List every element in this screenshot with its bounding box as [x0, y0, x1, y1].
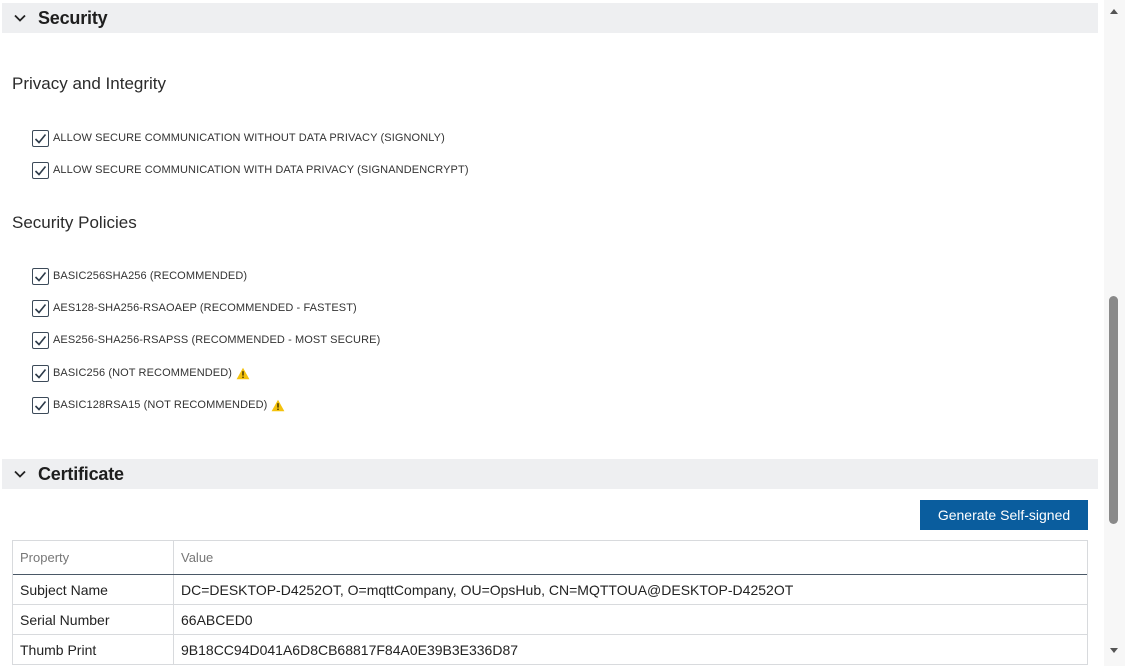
vertical-scrollbar[interactable]	[1104, 0, 1125, 666]
table-header-row: Property Value	[13, 541, 1087, 575]
policies-heading: Security Policies	[12, 213, 137, 232]
checkmark-icon	[34, 271, 47, 282]
privacy-heading: Privacy and Integrity	[12, 74, 167, 93]
warning-triangle-icon	[271, 399, 285, 412]
policy-option-aes128[interactable]: AES128-SHA256-RSAOAEP (RECOMMENDED - FAS…	[32, 299, 357, 317]
cell-property: Thumb Print	[13, 635, 174, 664]
policy-option-aes256[interactable]: AES256-SHA256-RSAPSS (RECOMMENDED - MOST…	[32, 331, 380, 349]
table-row: Thumb Print 9B18CC94D041A6D8CB68817F84A0…	[13, 635, 1087, 665]
privacy-option-signandencrypt[interactable]: ALLOW SECURE COMMUNICATION WITH DATA PRI…	[32, 161, 469, 179]
checkbox-label: AES256-SHA256-RSAPSS (RECOMMENDED - MOST…	[53, 334, 381, 346]
certificate-table: Property Value Subject Name DC=DESKTOP-D…	[12, 540, 1088, 665]
checkmark-icon	[34, 133, 47, 144]
checkbox[interactable]	[32, 364, 49, 382]
cell-value: DC=DESKTOP-D4252OT, O=mqttCompany, OU=Op…	[181, 581, 794, 598]
checkbox[interactable]	[32, 129, 49, 147]
checkbox[interactable]	[32, 161, 49, 179]
checkbox-label: ALLOW SECURE COMMUNICATION WITHOUT DATA …	[53, 132, 445, 144]
checkbox[interactable]	[32, 396, 49, 414]
checkmark-icon	[34, 335, 47, 346]
table-row: Serial Number 66ABCED0	[13, 605, 1087, 635]
checkmark-icon	[34, 303, 47, 314]
security-section-title: Security	[38, 7, 108, 28]
column-header-property: Property	[13, 541, 174, 574]
generate-self-signed-button[interactable]: Generate Self-signed	[920, 500, 1088, 530]
chevron-down-icon[interactable]	[2, 459, 38, 489]
cell-value: 9B18CC94D041A6D8CB68817F84A0E39B3E336D87	[181, 641, 519, 658]
warning-triangle-icon	[236, 367, 250, 380]
security-section-header[interactable]: Security	[2, 3, 1098, 33]
cell-property: Subject Name	[13, 575, 174, 604]
certificate-section-title: Certificate	[38, 463, 124, 484]
scroll-up-arrow-icon[interactable]	[1110, 9, 1118, 14]
policy-option-basic256[interactable]: BASIC256 (NOT RECOMMENDED)	[32, 364, 250, 382]
chevron-down-icon[interactable]	[2, 3, 38, 33]
checkbox-label: AES128-SHA256-RSAOAEP (RECOMMENDED - FAS…	[53, 302, 357, 314]
checkmark-icon	[34, 368, 47, 379]
table-row: Subject Name DC=DESKTOP-D4252OT, O=mqttC…	[13, 575, 1087, 605]
settings-panel: Security Privacy and Integrity ALLOW SEC…	[0, 0, 1104, 666]
policy-option-basic128rsa15[interactable]: BASIC128RSA15 (NOT RECOMMENDED)	[32, 396, 285, 414]
checkmark-icon	[34, 165, 47, 176]
certificate-section-header[interactable]: Certificate	[2, 459, 1098, 489]
scroll-down-arrow-icon[interactable]	[1110, 648, 1118, 653]
checkbox-label: BASIC256 (NOT RECOMMENDED)	[53, 367, 233, 379]
scrollbar-thumb[interactable]	[1109, 296, 1118, 524]
checkbox[interactable]	[32, 331, 49, 349]
checkbox-label: BASIC128RSA15 (NOT RECOMMENDED)	[53, 399, 268, 411]
cell-property: Serial Number	[13, 605, 174, 634]
checkmark-icon	[34, 400, 47, 411]
checkbox-label: ALLOW SECURE COMMUNICATION WITH DATA PRI…	[53, 164, 469, 176]
checkbox[interactable]	[32, 267, 49, 285]
policy-option-basic256sha256[interactable]: BASIC256SHA256 (RECOMMENDED)	[32, 267, 247, 285]
privacy-option-signonly[interactable]: ALLOW SECURE COMMUNICATION WITHOUT DATA …	[32, 129, 445, 147]
checkbox[interactable]	[32, 299, 49, 317]
checkbox-label: BASIC256SHA256 (RECOMMENDED)	[53, 270, 248, 282]
cell-value: 66ABCED0	[181, 611, 253, 628]
column-header-value: Value	[181, 550, 214, 565]
